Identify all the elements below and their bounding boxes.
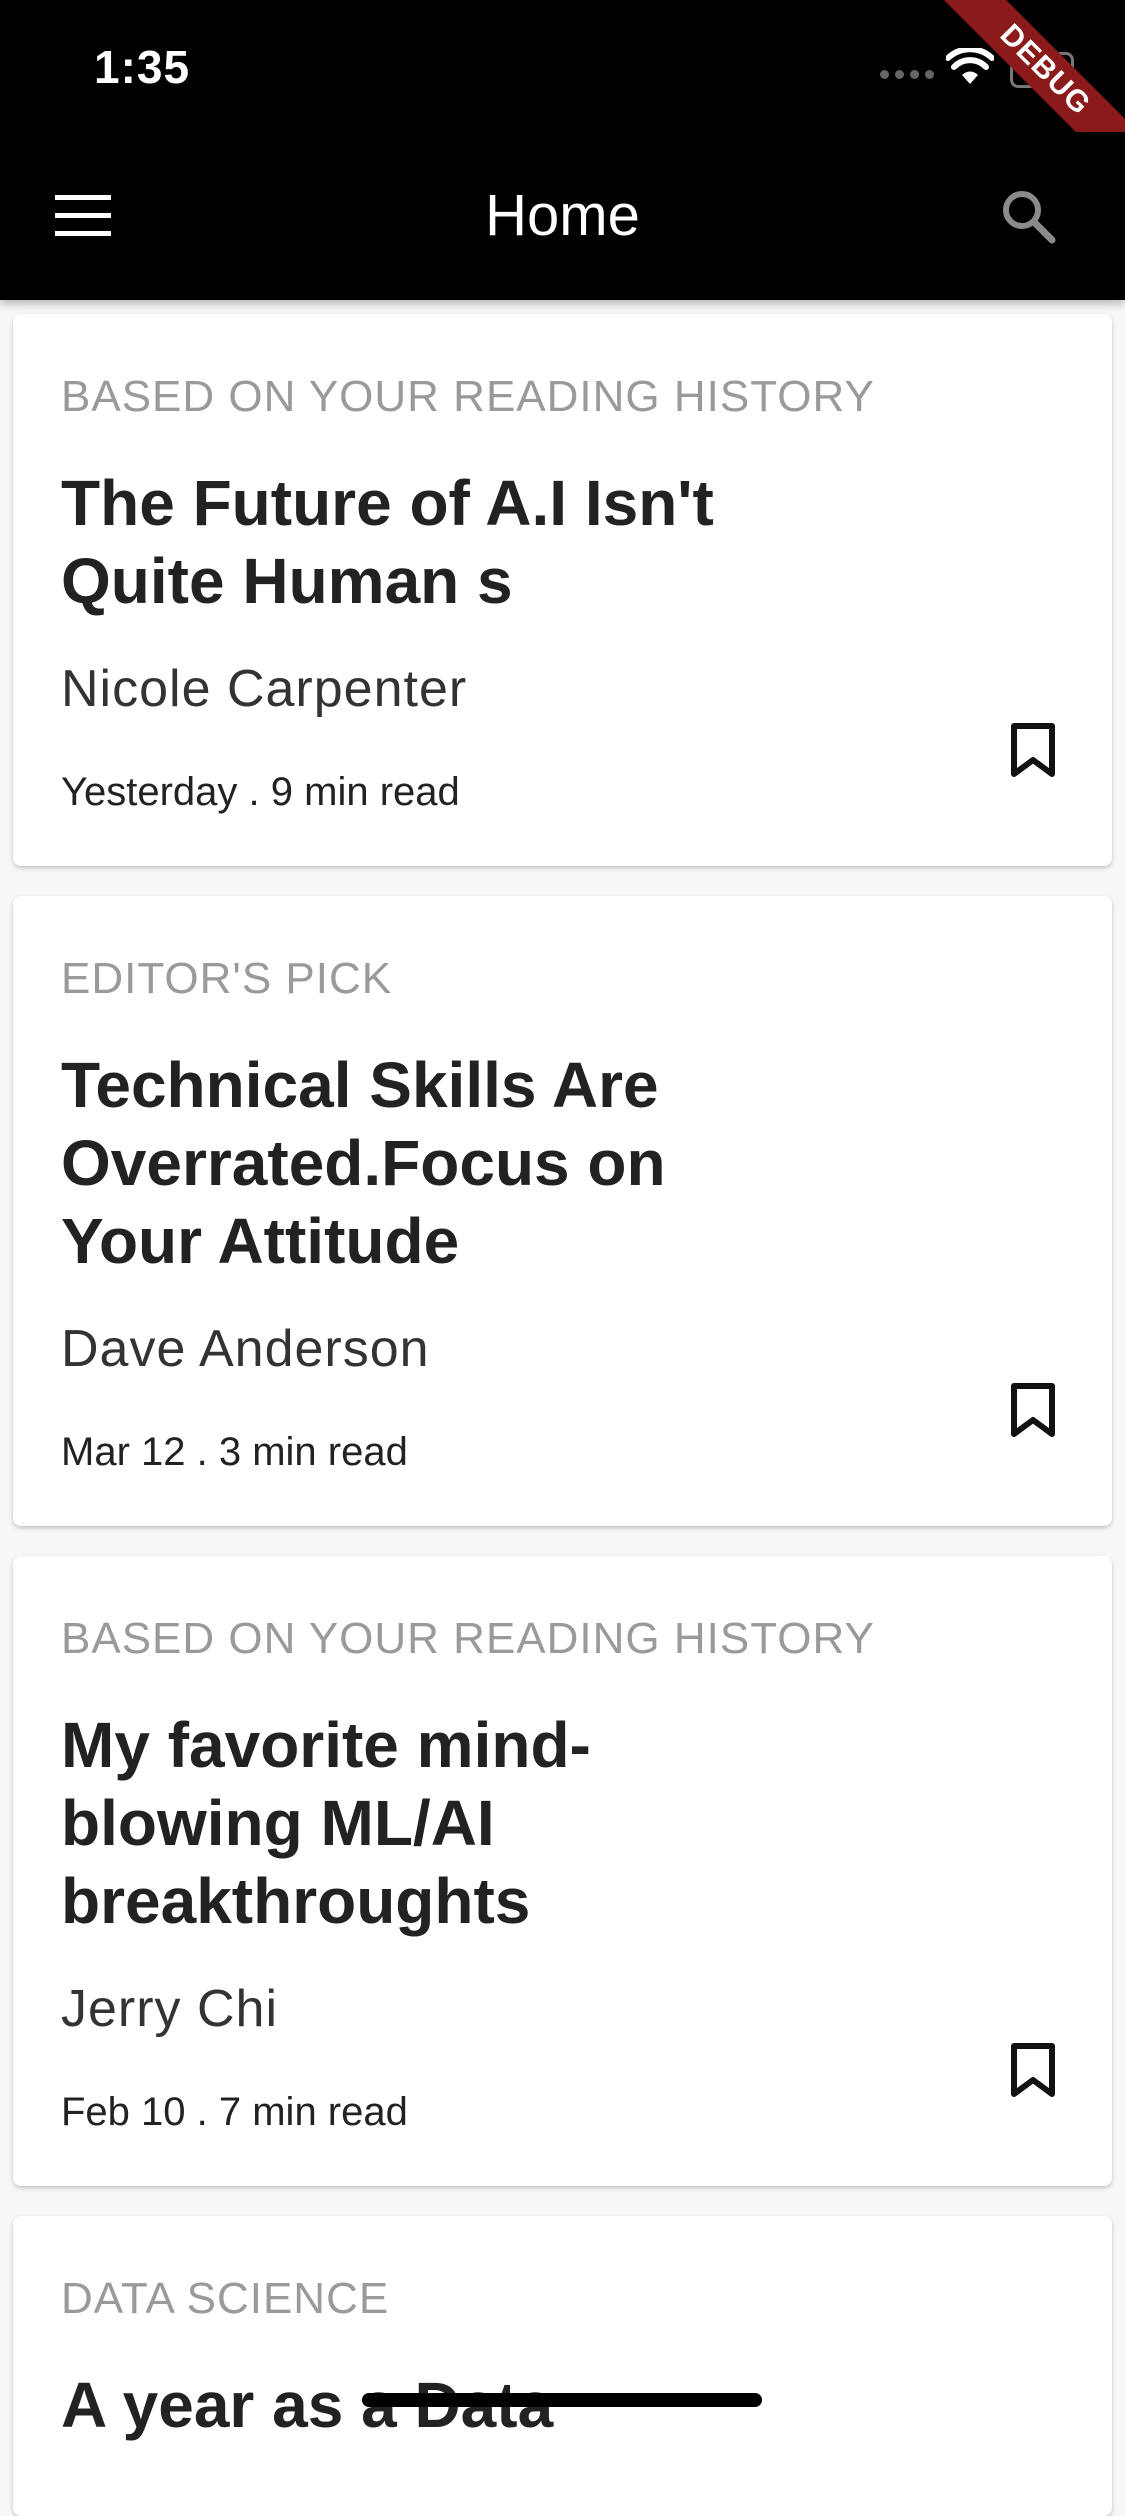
bookmark-button[interactable] — [998, 710, 1068, 790]
article-meta: Mar 12 . 3 min read — [61, 1430, 408, 1474]
article-meta: Feb 10 . 7 min read — [61, 2090, 408, 2134]
article-category: BASED ON YOUR READING HISTORY — [61, 372, 875, 421]
article-meta: Yesterday . 9 min read — [61, 770, 460, 814]
cellular-signal-icon — [880, 70, 934, 79]
article-category: BASED ON YOUR READING HISTORY — [61, 1614, 875, 1663]
article-card[interactable]: DATA SCIENCE A year as a Data — [13, 2216, 1112, 2516]
article-category: DATA SCIENCE — [61, 2274, 390, 2323]
bookmark-button[interactable] — [998, 1370, 1068, 1450]
bookmark-icon — [1011, 2043, 1055, 2097]
bookmark-button[interactable] — [998, 2030, 1068, 2110]
page-title: Home — [485, 183, 640, 248]
article-author: Dave Anderson — [61, 1320, 430, 1378]
status-bar: 1:35 DEBUG — [0, 0, 1125, 192]
article-title: My favorite mind-blowing ML/AI breakthro… — [61, 1709, 591, 1937]
bookmark-icon — [1011, 1383, 1055, 1437]
status-time: 1:35 — [94, 41, 191, 93]
article-title: The Future of A.I Isn't Quite Human s — [61, 467, 714, 617]
article-author: Nicole Carpenter — [61, 660, 468, 718]
article-card[interactable]: EDITOR'S PICK Technical Skills Are Overr… — [13, 896, 1112, 1526]
article-card[interactable]: BASED ON YOUR READING HISTORY My favorit… — [13, 1556, 1112, 2186]
search-icon — [1003, 191, 1056, 244]
wifi-icon — [945, 46, 995, 91]
app-bar: Home — [0, 132, 1125, 300]
bookmark-icon — [1011, 723, 1055, 777]
home-indicator[interactable] — [362, 2393, 762, 2407]
article-title: Technical Skills Are Overrated.Focus on … — [61, 1049, 666, 1277]
article-card[interactable]: BASED ON YOUR READING HISTORY The Future… — [13, 314, 1112, 866]
article-author: Jerry Chi — [61, 1980, 279, 2038]
article-category: EDITOR'S PICK — [61, 954, 393, 1003]
search-button[interactable] — [986, 180, 1070, 252]
